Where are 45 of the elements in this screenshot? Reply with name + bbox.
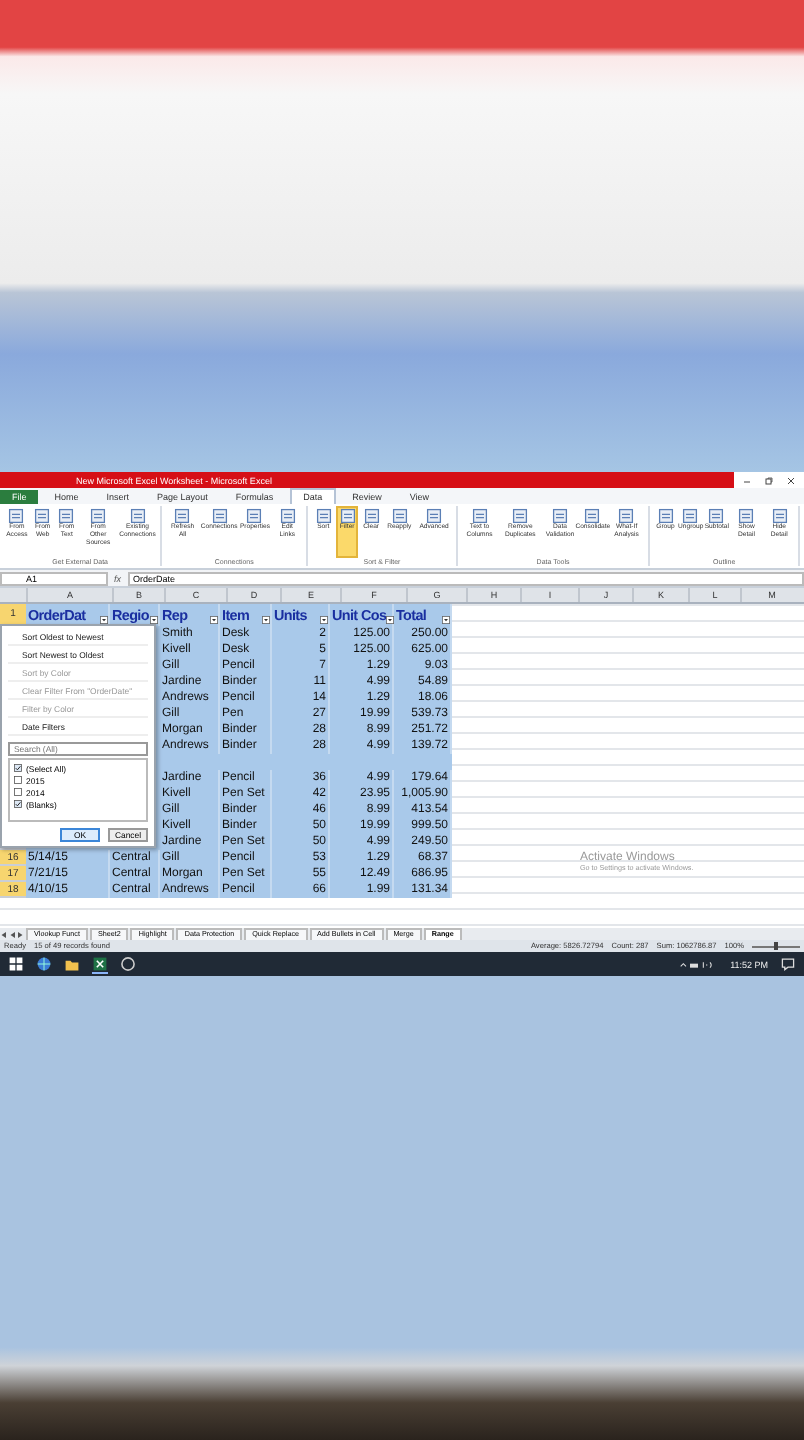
minimize-icon[interactable]: [742, 475, 752, 485]
close-icon[interactable]: [786, 475, 796, 485]
checkbox[interactable]: [14, 764, 22, 772]
document-icon: [8, 508, 25, 524]
checkbox[interactable]: [14, 800, 22, 808]
windows-start-icon[interactable]: [8, 956, 24, 972]
filter-dropdown-icon[interactable]: [149, 616, 157, 624]
globe-icon[interactable]: [36, 956, 52, 972]
document-icon: [771, 508, 788, 524]
sheet-navigation-icon[interactable]: [0, 929, 24, 939]
document-icon: [618, 508, 635, 524]
filter-dropdown-icon[interactable]: [386, 616, 395, 624]
document-icon: [391, 508, 408, 524]
restore-icon[interactable]: [764, 475, 774, 485]
document-icon: [738, 508, 755, 524]
document-icon: [363, 508, 380, 524]
document-icon: [584, 508, 601, 524]
document-icon: [339, 508, 356, 524]
filter-dropdown-icon[interactable]: [441, 616, 449, 624]
document-icon: [315, 508, 332, 524]
document-icon: [426, 508, 443, 524]
document-icon: [246, 508, 263, 524]
document-icon: [34, 508, 51, 524]
circle-icon[interactable]: [120, 956, 136, 972]
filter-dropdown-icon[interactable]: [99, 616, 107, 624]
spreadsheet-icon[interactable]: [92, 955, 108, 973]
document-icon: [682, 508, 699, 524]
folder-icon[interactable]: [64, 956, 80, 972]
document-icon: [174, 508, 191, 524]
document-icon: [129, 508, 146, 524]
filter-dropdown-icon[interactable]: [319, 616, 327, 624]
filter-dropdown-icon[interactable]: [261, 616, 269, 624]
document-icon: [90, 508, 107, 524]
checkbox[interactable]: [14, 776, 22, 784]
document-icon: [211, 508, 228, 524]
document-icon: [471, 508, 488, 524]
document-icon: [512, 508, 529, 524]
notification-icon[interactable]: [780, 956, 796, 972]
checkbox[interactable]: [14, 788, 22, 796]
document-icon: [657, 508, 674, 524]
document-icon: [552, 508, 569, 524]
document-icon: [58, 508, 75, 524]
filter-dropdown-icon[interactable]: [209, 616, 217, 624]
document-icon: [708, 508, 725, 524]
document-icon: [279, 508, 296, 524]
